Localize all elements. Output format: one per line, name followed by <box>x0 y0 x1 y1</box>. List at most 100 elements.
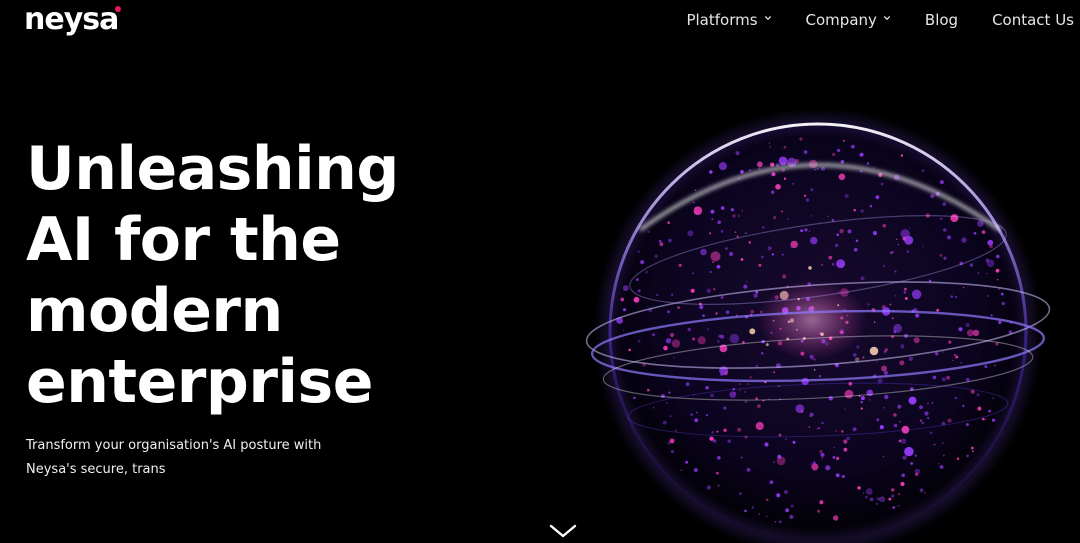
particle-dot <box>898 439 902 443</box>
particle-dot <box>869 497 874 502</box>
particle-dot <box>808 266 812 270</box>
particle-dot <box>787 218 789 220</box>
particle-dot <box>748 241 751 244</box>
particle-dot <box>640 260 645 265</box>
hero-subtitle: Transform your organisation's AI posture… <box>26 434 356 482</box>
particle-dot <box>931 402 934 404</box>
particle-dot <box>652 333 656 337</box>
particle-dot <box>667 221 670 224</box>
hero-title-line: Unleashing <box>26 134 399 204</box>
particle-dot <box>935 352 939 356</box>
particle-dot <box>817 509 820 513</box>
particle-dot <box>771 253 775 256</box>
particle-dot <box>734 231 737 233</box>
particle-dot <box>737 427 742 432</box>
particle-dot <box>841 430 844 433</box>
particle-dot <box>706 414 708 417</box>
particle-dot <box>715 312 718 315</box>
particle-dot <box>903 291 906 294</box>
particle-dot <box>862 356 865 359</box>
particle-dot <box>955 355 959 359</box>
particle-dot <box>914 454 918 457</box>
particle-dot <box>687 230 694 237</box>
particle-dot <box>875 195 880 200</box>
particle-dot <box>998 320 1002 324</box>
particle-dot <box>963 287 965 289</box>
particle-dot <box>695 411 698 414</box>
particle-dot <box>746 468 751 472</box>
particle-dot <box>729 251 734 257</box>
particle-dot <box>805 198 810 202</box>
particle-dot <box>782 274 787 279</box>
particle-dot <box>773 461 775 463</box>
particle-dot <box>667 310 670 314</box>
particle-dot <box>620 297 625 302</box>
particle-dot <box>915 472 919 476</box>
particle-dot <box>868 399 871 401</box>
particle-dot <box>943 228 947 232</box>
nav-item-company[interactable]: Company <box>806 8 891 32</box>
particle-dot <box>692 337 696 341</box>
particle-dot <box>716 264 721 269</box>
particle-dot <box>622 285 629 292</box>
particle-dot <box>933 339 935 341</box>
particle-dot <box>768 142 771 144</box>
neysa-logo[interactable]: neysa <box>24 2 122 38</box>
particle-dot <box>713 288 716 291</box>
particle-dot <box>991 418 996 422</box>
particle-dot <box>989 239 992 242</box>
particle-dot <box>712 261 714 263</box>
particle-dot <box>853 353 857 357</box>
particle-dot <box>810 188 814 192</box>
particle-dot <box>781 210 783 213</box>
landing-page: neysa Platforms Company Blog Contact Us <box>0 0 1080 543</box>
particle-dot <box>901 473 905 478</box>
particle-dot <box>818 375 821 378</box>
particle-dot <box>758 513 760 515</box>
particle-dot <box>732 214 736 218</box>
scroll-down-chevron-icon[interactable] <box>548 520 578 540</box>
particle-dot <box>811 463 819 471</box>
particle-dot <box>665 338 672 344</box>
particle-dot <box>941 377 946 382</box>
nav-item-blog[interactable]: Blog <box>925 8 958 32</box>
particle-dot <box>939 180 944 185</box>
particle-dot <box>879 425 884 430</box>
particle-dot <box>966 329 974 337</box>
particle-dot <box>645 270 648 274</box>
particle-dot <box>848 381 853 386</box>
particle-dot <box>717 484 720 487</box>
particle-dot <box>747 383 749 385</box>
particle-dot <box>790 504 794 508</box>
particle-dot <box>694 418 699 423</box>
particle-dot <box>647 230 650 233</box>
particle-dot <box>753 293 758 298</box>
particle-dot <box>778 433 782 437</box>
nav-item-contact-us[interactable]: Contact Us <box>992 8 1074 32</box>
particle-dot <box>894 270 897 273</box>
particle-dot <box>876 361 878 363</box>
particle-dot <box>628 348 631 352</box>
particle-dot <box>716 471 719 475</box>
particle-dot <box>716 430 719 433</box>
particle-dot <box>833 515 839 521</box>
particle-dot <box>966 454 969 458</box>
particle-dot <box>737 214 741 217</box>
particle-dot <box>831 262 835 266</box>
particle-dot <box>637 339 641 343</box>
particle-dot <box>662 420 667 425</box>
particle-dot <box>828 255 833 260</box>
particle-dot <box>690 288 695 293</box>
particle-dot <box>727 439 731 443</box>
particle-dot <box>924 411 929 416</box>
hero-title: Unleashing AI for the modern enterprise <box>26 134 446 418</box>
particle-dot <box>897 504 900 507</box>
particle-dot <box>710 251 721 262</box>
particle-dot <box>792 440 796 444</box>
particle-dot <box>866 162 870 165</box>
particle-dot <box>816 427 819 430</box>
particle-dot <box>835 243 839 247</box>
particle-dot <box>888 497 892 501</box>
nav-item-platforms[interactable]: Platforms <box>686 8 771 32</box>
particle-dot <box>841 263 844 267</box>
